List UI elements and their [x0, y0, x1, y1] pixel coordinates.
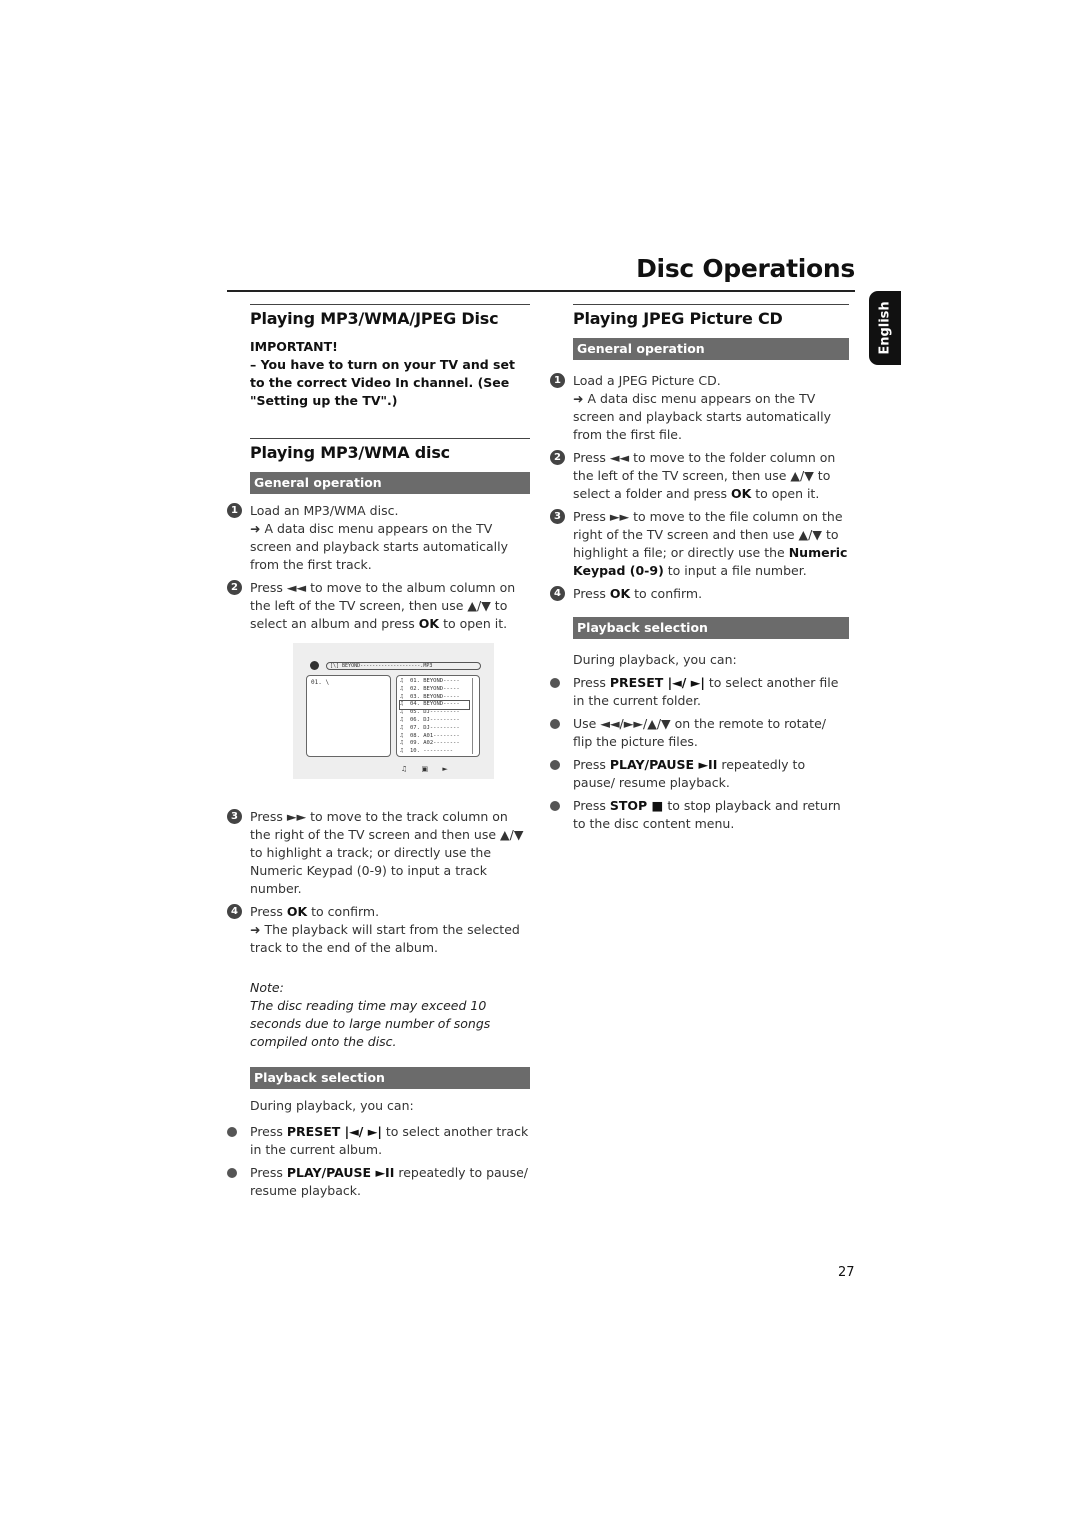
music-note-icon: ♫ [400, 701, 404, 708]
music-note-icon: ♫ [400, 693, 404, 700]
disc-icon [310, 661, 319, 670]
music-note-icon: ♫ [400, 709, 404, 716]
note-text: The disc reading time may exceed 10 seco… [250, 998, 491, 1049]
general-operation-bar: General operation [573, 338, 849, 360]
step-number-icon: 2 [227, 580, 242, 595]
step-number-icon: 4 [227, 904, 242, 919]
step-number-icon: 1 [227, 503, 242, 518]
note-label: Note: [250, 980, 284, 995]
language-tab-label: English [877, 301, 893, 355]
step-3: 3 Press ►► to move to the track column o… [227, 808, 530, 898]
path-bar: [\] BEYOND--------------------.MP3 [326, 662, 481, 670]
page-title: Disc Operations [636, 254, 855, 283]
bullet-icon [227, 1127, 237, 1137]
track-row: ♫ 02. BEYOND----- [400, 685, 460, 692]
playback-intro: During playback, you can: [250, 1098, 414, 1113]
music-note-icon: ♫ [400, 732, 404, 739]
tv-menu-illustration: [\] BEYOND--------------------.MP3 01. \… [293, 643, 494, 779]
folder-item: 01. \ [311, 679, 330, 686]
step-2: 2 Press ◄◄ to move to the folder column … [550, 449, 849, 503]
step-2: 2 Press ◄◄ to move to the album column o… [227, 579, 530, 633]
bullet-icon [227, 1168, 237, 1178]
section-rule [573, 304, 849, 305]
step-text: Press ►► to move to the track column on … [250, 809, 524, 896]
page-number: 27 [838, 1265, 855, 1280]
step-number-icon: 3 [550, 509, 565, 524]
step-number-icon: 3 [227, 809, 242, 824]
step-result: ➜ A data disc menu appears on the TV scr… [573, 391, 831, 442]
track-row: ♫ 07. DJ--------- [400, 724, 460, 731]
track-row: ♫ 06. DJ--------- [400, 716, 460, 723]
track-row: ♫ 04. BEYOND----- [399, 700, 470, 711]
step-4: 4 Press OK to confirm. ➜ The playback wi… [227, 903, 530, 957]
step-number-icon: 4 [550, 586, 565, 601]
playback-intro: During playback, you can: [573, 652, 737, 667]
section-rule [250, 304, 530, 305]
step-result: ➜ The playback will start from the selec… [250, 922, 520, 955]
bullet-icon [550, 801, 560, 811]
track-row: ♫ 03. BEYOND----- [400, 693, 460, 700]
music-note-icon: ♫ [400, 685, 404, 692]
bullet-icon [550, 719, 560, 729]
folder-panel: 01. \ [306, 675, 391, 757]
track-panel: ♫ 01. BEYOND----- ♫ 02. BEYOND----- ♫ 03. BEY… [396, 675, 480, 757]
important-text: – You have to turn on your TV and set to… [250, 357, 515, 408]
bullet-icon [550, 678, 560, 688]
music-note-icon: ♫ [400, 748, 404, 755]
step-3: 3 Press ►► to move to the file column on… [550, 508, 849, 580]
header-rule [227, 290, 855, 292]
step-1: 1 Load an MP3/WMA disc. ➜ A data disc me… [227, 502, 530, 574]
track-row: ♫ 08. A01-------- [400, 732, 460, 739]
section-rule [250, 438, 530, 439]
bullet-item: Press PLAY/PAUSE ►II repeatedly to pause… [227, 1164, 530, 1200]
scrollbar [472, 678, 478, 754]
music-note-icon: ♫ [400, 740, 404, 747]
playback-selection-bar: Playback selection [573, 617, 849, 639]
bullet-item: Use ◄◄/►►/▲/▼ on the remote to rotate/ f… [550, 715, 849, 751]
step-result: ➜ A data disc menu appears on the TV scr… [250, 521, 508, 572]
section-title-jpeg: Playing JPEG Picture CD [573, 309, 783, 328]
bullet-icon [550, 760, 560, 770]
step-1: 1 Load a JPEG Picture CD. ➜ A data disc … [550, 372, 849, 444]
step-number-icon: 1 [550, 373, 565, 388]
general-operation-bar: General operation [250, 472, 530, 494]
music-note-icon: ♫ [400, 724, 404, 731]
track-row: ♫ 10. --------- [400, 748, 454, 755]
music-note-icon: ♫ [400, 678, 404, 684]
track-row: ♫ 01. BEYOND----- [400, 678, 460, 684]
track-row: ♫ 09. A02-------- [400, 740, 460, 747]
bullet-item: Press PRESET |◄/ ►| to select another fi… [550, 674, 849, 710]
music-note-icon: ♫ [400, 716, 404, 723]
step-4: 4 Press OK to confirm. [550, 585, 849, 603]
section-title-mp3-wma-jpeg: Playing MP3/WMA/JPEG Disc [250, 309, 499, 328]
step-text: Load an MP3/WMA disc. [250, 503, 399, 518]
language-tab: English [869, 291, 901, 365]
right-column: Playing JPEG Picture CD General operatio… [550, 304, 849, 838]
important-label: IMPORTANT! [250, 339, 338, 354]
section-title-mp3-wma: Playing MP3/WMA disc [250, 443, 450, 462]
track-row: ♫ 05. DJ--------- [400, 709, 460, 716]
bullet-item: Press PLAY/PAUSE ►II repeatedly to pause… [550, 756, 849, 792]
step-number-icon: 2 [550, 450, 565, 465]
playback-selection-bar: Playback selection [250, 1067, 530, 1089]
bullet-item: Press STOP ■ to stop playback and return… [550, 797, 849, 833]
bullet-item: Press PRESET |◄/ ►| to select another tr… [227, 1123, 530, 1159]
status-icons: ♫ ▣ ► [401, 765, 454, 773]
